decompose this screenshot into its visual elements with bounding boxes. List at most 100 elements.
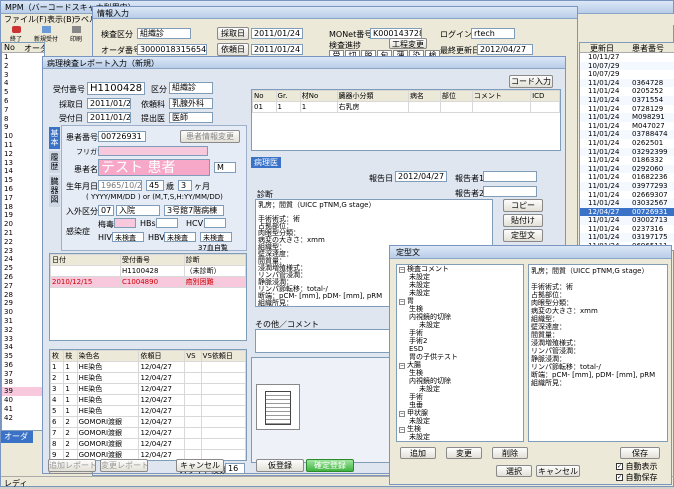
paste-button[interactable]: 貼付け [503, 214, 543, 227]
patient-info-change-button[interactable]: 患者情報変更 [180, 130, 240, 143]
template-text-button[interactable]: 定型文 [503, 229, 543, 242]
list-item[interactable]: 39 [2, 387, 44, 397]
list-item[interactable]: 10 [2, 132, 44, 141]
list-item[interactable]: 40 [2, 396, 44, 405]
table-row[interactable]: 6 2 GOMORI渡銀 12/04/27 [50, 416, 246, 428]
ward-select[interactable]: 3号館7階病棟 [164, 205, 224, 216]
table-row[interactable]: 11/01/24 M047027 [580, 122, 674, 131]
report-date-field[interactable]: 2012/04/27 [395, 171, 447, 182]
irai-date-field[interactable]: 2011/01/24 [251, 44, 303, 55]
list-item[interactable]: 32 [2, 326, 44, 335]
template-cancel-button[interactable]: キャンセル [536, 465, 580, 477]
report-cancel-button[interactable]: キャンセル [176, 459, 224, 472]
tab-history[interactable]: 履歴 [49, 151, 60, 173]
list-item[interactable]: 11 [2, 141, 44, 150]
list-item[interactable]: 38 [2, 378, 44, 387]
reporter2-select[interactable] [483, 186, 537, 197]
list-item[interactable]: 26 [2, 273, 44, 282]
menu-view[interactable]: 表示(B) [47, 14, 75, 25]
tab-organ-diagram[interactable]: 臓器図 [49, 175, 60, 207]
uketsuke-number-field[interactable]: H1100428 [87, 82, 145, 95]
list-item[interactable]: 29 [2, 299, 44, 308]
tree-node[interactable]: 生検 [399, 305, 523, 313]
tree-node[interactable]: ESD [399, 345, 523, 353]
auto-show-checkbox[interactable]: ✓ 自動表示 [616, 461, 658, 471]
bottom-tab-order[interactable]: オーダ [1, 431, 33, 443]
list-item[interactable]: 4 [2, 79, 44, 88]
table-row[interactable]: 11/01/24 0292060 [580, 164, 674, 174]
kensa-kubun-select[interactable]: 組織診 [137, 28, 191, 39]
tree-node[interactable]: 虫垂 [399, 401, 523, 409]
hcv2-select[interactable]: 未検査 [200, 232, 232, 242]
table-row[interactable]: 5 1 HE染色 12/04/27 [50, 405, 246, 417]
furigana-field[interactable] [98, 146, 208, 156]
tree-node[interactable]: 手術 [399, 393, 523, 401]
table-row[interactable]: 2 1 HE染色 12/04/27 [50, 372, 246, 384]
table-row[interactable]: 3 1 HE染色 12/04/27 [50, 383, 246, 395]
list-item[interactable]: 8 [2, 115, 44, 124]
table-row[interactable]: 11/01/24 0364728 [580, 78, 674, 88]
list-item[interactable]: 24 [2, 255, 44, 264]
patient-number-field[interactable]: 00726931 [98, 131, 146, 142]
list-item[interactable]: 31 [2, 317, 44, 326]
tree-node[interactable]: − 生検 [399, 425, 523, 433]
tree-expand-icon[interactable]: − [399, 411, 405, 417]
table-row[interactable]: 4 1 HE染色 12/04/27 [50, 394, 246, 406]
uketsuke-date-button[interactable]: 採取日 [217, 27, 249, 40]
list-item[interactable]: 16 [2, 185, 44, 194]
table-row[interactable]: 11/01/24 01682236 [580, 173, 674, 182]
tree-node[interactable]: 手術 [399, 329, 523, 337]
list-item[interactable]: 27 [2, 282, 44, 291]
list-item[interactable]: 13 [2, 159, 44, 168]
patient-name-field[interactable]: テスト 患者 [98, 159, 210, 176]
new-reception-button[interactable]: 新規受付 [29, 25, 63, 43]
table-row[interactable]: 11/01/24 0262501 [580, 139, 674, 148]
template-add-button[interactable]: 追加 [400, 447, 436, 459]
template-delete-button[interactable]: 削除 [492, 447, 528, 459]
list-item[interactable]: 6 [2, 97, 44, 106]
tree-node[interactable]: 未設定 [399, 281, 523, 289]
list-item[interactable]: 41 [2, 405, 44, 414]
list-item[interactable]: 22 [2, 238, 44, 247]
print-button[interactable]: 印刷 [65, 25, 87, 43]
hcv-select[interactable] [204, 218, 226, 228]
table-row[interactable]: 01 1 1 右乳房 [252, 101, 560, 113]
template-select-button[interactable]: 選択 [496, 465, 532, 477]
change-report-button[interactable]: 変更レポート [100, 459, 148, 472]
hbs-select[interactable] [156, 218, 178, 228]
list-item[interactable]: 1 [2, 53, 44, 62]
table-row[interactable]: 11/01/24 03292399 [580, 147, 674, 157]
uketsuke-date-field[interactable]: 2011/01/24 [251, 28, 303, 39]
table-row[interactable]: 11/01/24 03032567 [580, 199, 674, 208]
tree-node[interactable]: 未設定 [399, 321, 523, 329]
birth-date-field[interactable]: 1965/10/21 [98, 180, 142, 191]
auto-save-checkbox[interactable]: ✓ 自動保存 [616, 472, 658, 482]
list-item[interactable]: 2 [2, 62, 44, 71]
list-item[interactable]: 19 [2, 211, 44, 220]
list-item[interactable]: 36 [2, 361, 44, 370]
table-row[interactable]: 1 1 HE染色 12/04/27 [50, 361, 246, 373]
list-item[interactable]: 28 [2, 291, 44, 300]
tree-node[interactable]: 生検 [399, 369, 523, 377]
tree-node[interactable]: − 甲状腺 [399, 409, 523, 417]
add-report-button-bottom[interactable]: 追加レポート [48, 459, 96, 472]
list-item[interactable]: 30 [2, 308, 44, 317]
tree-node[interactable]: − 検査コメント [399, 265, 523, 273]
list-item[interactable]: 33 [2, 335, 44, 344]
table-row[interactable]: 8 2 GOMORI渡銀 12/04/27 [50, 438, 246, 450]
hbv-select[interactable]: 未検査 [164, 232, 196, 242]
table-row[interactable]: 10/07/29 [580, 70, 674, 79]
table-row[interactable]: 11/01/24 0186332 [580, 156, 674, 165]
table-row[interactable]: 7 2 GOMORI渡銀 12/04/27 [50, 427, 246, 439]
tree-node[interactable]: − 胃 [399, 297, 523, 305]
reporter1-select[interactable] [483, 171, 537, 182]
list-item[interactable]: 14 [2, 167, 44, 176]
list-item[interactable]: 42 [2, 414, 44, 423]
tab-basic[interactable]: 基本 [49, 127, 60, 149]
list-item[interactable]: 7 [2, 106, 44, 115]
tree-node[interactable]: − 大腸 [399, 361, 523, 369]
list-item[interactable]: 5 [2, 88, 44, 97]
list-item[interactable]: 12 [2, 150, 44, 159]
tree-node[interactable]: 胃の子供テスト [399, 353, 523, 361]
table-row[interactable]: 2010/12/15 C1004890 癌別困難 [50, 276, 246, 288]
